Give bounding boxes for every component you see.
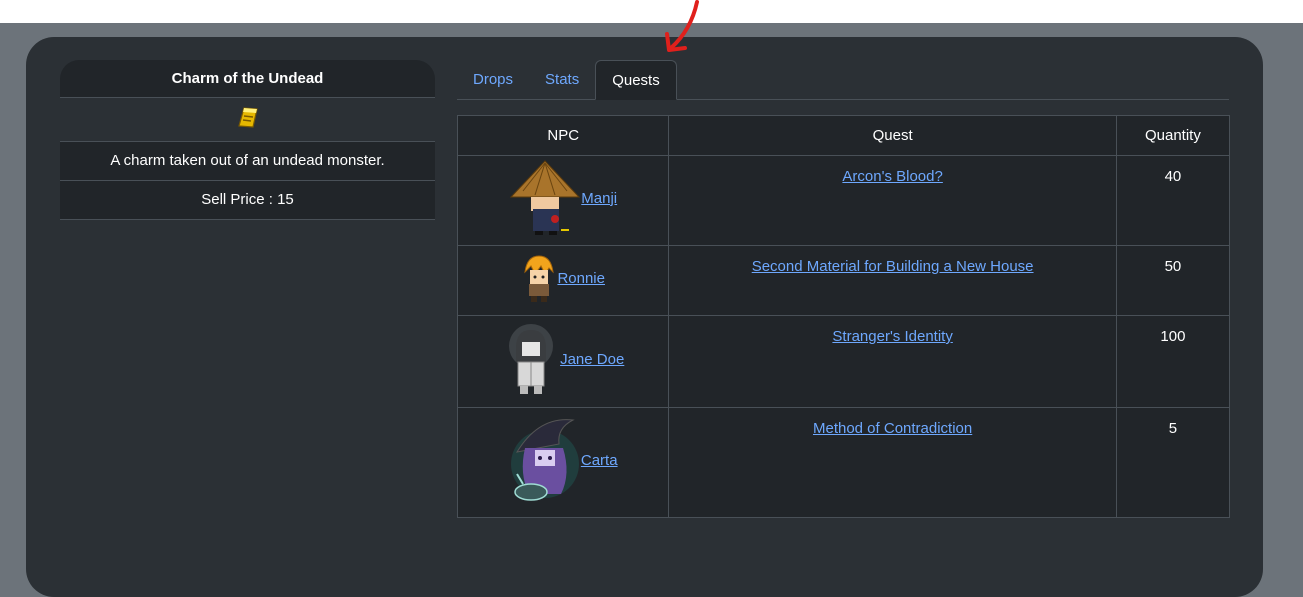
- quest-link[interactable]: Method of Contradiction: [813, 420, 972, 437]
- item-sell-price: Sell Price : 15: [60, 181, 435, 220]
- npc-cell: Manji: [456, 155, 670, 246]
- quest-cell: Method of Contradiction: [668, 407, 1117, 518]
- quantity-cell: 100: [1115, 315, 1231, 408]
- quest-link[interactable]: Second Material for Building a New House: [752, 258, 1034, 275]
- browser-top-strip: [0, 0, 1303, 23]
- header-npc: NPC: [456, 115, 670, 156]
- tab-quests[interactable]: Quests: [595, 60, 677, 100]
- item-name: Charm of the Undead: [60, 60, 435, 98]
- charm-item-icon: [235, 105, 261, 135]
- npc-cell: Carta: [456, 407, 670, 518]
- table-header-row: NPC Quest Quantity: [456, 115, 1231, 156]
- quest-cell: Stranger's Identity: [668, 315, 1117, 408]
- quantity-cell: 40: [1115, 155, 1231, 246]
- npc-jane-doe-sprite: [502, 322, 560, 396]
- quantity-cell: 5: [1115, 407, 1231, 518]
- item-description: A charm taken out of an undead monster.: [60, 142, 435, 181]
- quest-cell: Arcon's Blood?: [668, 155, 1117, 246]
- quantity-cell: 50: [1115, 245, 1231, 316]
- npc-link[interactable]: Ronnie: [557, 270, 605, 287]
- npc-link[interactable]: Carta: [581, 452, 618, 469]
- quest-cell: Second Material for Building a New House: [668, 245, 1117, 316]
- tab-stats[interactable]: Stats: [529, 60, 595, 99]
- tab-bar: Drops Stats Quests: [457, 60, 1229, 100]
- npc-cell: Jane Doe: [456, 315, 670, 408]
- item-icon-row: [60, 98, 435, 142]
- npc-cell: Ronnie: [456, 245, 670, 316]
- quest-link[interactable]: Arcon's Blood?: [842, 168, 942, 185]
- item-card: Charm of the Undead A charm taken out of…: [26, 37, 1263, 597]
- header-quantity: Quantity: [1115, 115, 1231, 156]
- table-row: Ronnie Second Material for Building a Ne…: [456, 245, 1231, 316]
- quest-link[interactable]: Stranger's Identity: [832, 328, 952, 345]
- npc-manji-sprite: [509, 159, 581, 237]
- tab-drops[interactable]: Drops: [457, 60, 529, 99]
- npc-link[interactable]: Manji: [581, 190, 617, 207]
- annotation-arrow-icon: [655, 0, 715, 60]
- table-row: Carta Method of Contradiction 5: [456, 407, 1231, 518]
- npc-ronnie-sprite: [521, 252, 557, 304]
- item-info-panel: Charm of the Undead A charm taken out of…: [60, 60, 435, 220]
- table-row: Manji Arcon's Blood? 40: [456, 155, 1231, 246]
- npc-link[interactable]: Jane Doe: [560, 351, 624, 368]
- table-row: Jane Doe Stranger's Identity 100: [456, 315, 1231, 408]
- quests-table: NPC Quest Quantity Manji Arcon's Blood? …: [456, 115, 1231, 518]
- npc-carta-sprite: [509, 414, 581, 506]
- header-quest: Quest: [668, 115, 1117, 156]
